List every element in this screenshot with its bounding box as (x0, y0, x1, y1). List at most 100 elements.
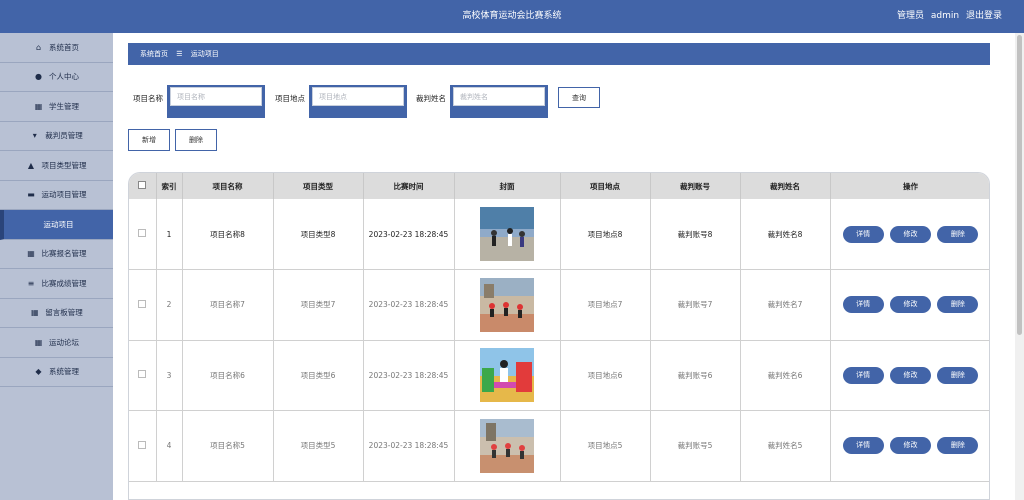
edit-button[interactable]: 修改 (890, 366, 931, 384)
grid-icon: ▦ (27, 249, 35, 259)
table-row: 3 项目名称6 项目类型6 2023-02-23 18:28:45 项目地点6 … (129, 340, 989, 411)
name-input[interactable] (170, 87, 262, 106)
row-actions: 详情 修改 删除 (830, 410, 989, 482)
search-name-group: 项目名称 (133, 85, 265, 118)
cover-image (480, 348, 534, 403)
sidebar-item-home[interactable]: ⌂ 系统首页 (0, 33, 113, 63)
referee-input-frame (450, 85, 548, 118)
user-name: admin (930, 11, 960, 21)
list-icon: ≡ (27, 278, 35, 288)
sidebar-item-profile[interactable]: ● 个人中心 (0, 63, 113, 92)
row-checkbox[interactable] (138, 229, 147, 237)
scrollbar-thumb[interactable] (1017, 35, 1022, 335)
row-referee-account: 裁判账号5 (650, 410, 741, 482)
row-index: 4 (156, 410, 183, 482)
row-time: 2023-02-23 18:28:45 (363, 340, 455, 411)
row-time: 2023-02-23 18:28:45 (363, 410, 455, 482)
select-all-checkbox[interactable] (138, 181, 147, 189)
sidebar-item-students[interactable]: ▦ 学生管理 (0, 92, 113, 122)
row-cover (454, 269, 561, 341)
row-location: 项目地点5 (560, 410, 651, 482)
printer-icon: ▬ (27, 190, 35, 200)
flag-icon: ▾ (32, 131, 37, 141)
table-row: 1 项目名称8 项目类型8 2023-02-23 18:28:45 项目地点8 … (129, 199, 989, 270)
row-location: 项目地点6 (560, 340, 651, 411)
col-actions: 操作 (830, 173, 989, 199)
row-checkbox[interactable] (138, 440, 147, 449)
sidebar-item-label: 系统管理 (49, 367, 79, 377)
row-type: 项目类型6 (273, 340, 364, 411)
sidebar-subitem-sport-project[interactable]: 运动项目 (0, 210, 113, 240)
row-time: 2023-02-23 18:28:45 (363, 199, 455, 270)
sidebar-item-results[interactable]: ≡ 比赛成绩管理 (0, 269, 113, 299)
user-role: 管理员 (897, 11, 925, 21)
row-referee-name: 裁判姓名7 (740, 269, 831, 341)
sidebar-item-registrations[interactable]: ▦ 比赛报名管理 (0, 240, 113, 269)
col-name: 项目名称 (182, 173, 274, 199)
row-actions: 详情 修改 删除 (830, 199, 989, 270)
logout-link[interactable]: 退出登录 (966, 11, 1002, 21)
page-scrollbar[interactable] (1015, 33, 1024, 500)
select-all-cell (129, 173, 157, 199)
sidebar-item-label: 比赛报名管理 (41, 249, 87, 259)
detail-button[interactable]: 详情 (842, 366, 884, 384)
delete-button[interactable]: 删除 (937, 296, 979, 314)
row-actions: 详情 修改 删除 (830, 340, 989, 411)
col-type: 项目类型 (273, 173, 364, 199)
table-row: 2 项目名称7 项目类型7 2023-02-23 18:28:45 项目地点7 … (129, 269, 989, 341)
sidebar-item-label: 项目类型管理 (41, 160, 87, 170)
detail-button[interactable]: 详情 (842, 296, 884, 314)
sidebar-item-system[interactable]: ◆ 系统管理 (0, 358, 113, 387)
detail-button[interactable]: 详情 (842, 437, 884, 455)
edit-button[interactable]: 修改 (890, 296, 931, 314)
location-input[interactable] (312, 87, 404, 106)
row-referee-account: 裁判账号6 (650, 340, 741, 411)
sidebar-item-label: 运动项目管理 (41, 190, 87, 200)
col-time: 比赛时间 (363, 173, 455, 199)
delete-button[interactable]: 删除 (937, 366, 979, 384)
edit-button[interactable]: 修改 (890, 225, 931, 243)
search-referee-group: 裁判姓名 (416, 85, 548, 118)
search-location-group: 项目地点 (275, 85, 407, 118)
grid-icon: ▦ (30, 308, 39, 318)
row-referee-account: 裁判账号7 (650, 269, 741, 341)
sidebar-item-referees[interactable]: ▾ 裁判员管理 (0, 122, 113, 151)
col-location: 项目地点 (560, 173, 651, 199)
detail-button[interactable]: 详情 (842, 225, 884, 243)
sidebar-item-label: 比赛成绩管理 (41, 278, 87, 288)
row-checkbox[interactable] (138, 299, 147, 308)
row-cover (454, 340, 561, 411)
referee-input[interactable] (453, 87, 545, 106)
sidebar-item-messages[interactable]: ▦ 留言板管理 (0, 299, 113, 328)
sidebar-item-label: 裁判员管理 (45, 131, 83, 141)
edit-button[interactable]: 修改 (890, 437, 931, 455)
col-cover: 封面 (454, 173, 561, 199)
sidebar-item-label: 留言板管理 (45, 308, 83, 318)
col-referee-account: 裁判账号 (650, 173, 741, 199)
breadcrumb: 系统首页 ☰ 运动项目 (128, 43, 990, 65)
row-location: 项目地点8 (560, 199, 651, 270)
row-referee-account: 裁判账号8 (650, 199, 741, 270)
batch-delete-button[interactable]: 删除 (175, 129, 217, 151)
query-button[interactable]: 查询 (558, 87, 600, 108)
sidebar-item-project-types[interactable]: ▲ 项目类型管理 (0, 151, 113, 181)
row-checkbox[interactable] (138, 370, 147, 379)
delete-button[interactable]: 删除 (937, 437, 979, 455)
breadcrumb-home[interactable]: 系统首页 (140, 50, 168, 58)
sidebar-item-forum[interactable]: ▦ 运动论坛 (0, 328, 113, 358)
row-type: 项目类型5 (273, 410, 364, 482)
cover-image (480, 207, 534, 261)
location-input-frame (309, 85, 407, 118)
table-row: 4 项目名称5 项目类型5 2023-02-23 18:28:45 项目地点5 … (129, 410, 989, 482)
sidebar-item-label: 个人中心 (49, 72, 79, 82)
row-name: 项目名称7 (182, 269, 274, 341)
sidebar-item-sport-projects[interactable]: ▬ 运动项目管理 (0, 181, 113, 210)
app-title: 高校体育运动会比赛系统 (462, 11, 562, 21)
add-button[interactable]: 新增 (128, 129, 170, 151)
sidebar-item-label: 运动论坛 (49, 337, 79, 347)
delete-button[interactable]: 删除 (937, 225, 979, 243)
row-name: 项目名称5 (182, 410, 274, 482)
row-cover (454, 410, 561, 482)
sidebar-item-label: 运动项目 (43, 219, 74, 229)
breadcrumb-separator-icon: ☰ (176, 50, 183, 58)
